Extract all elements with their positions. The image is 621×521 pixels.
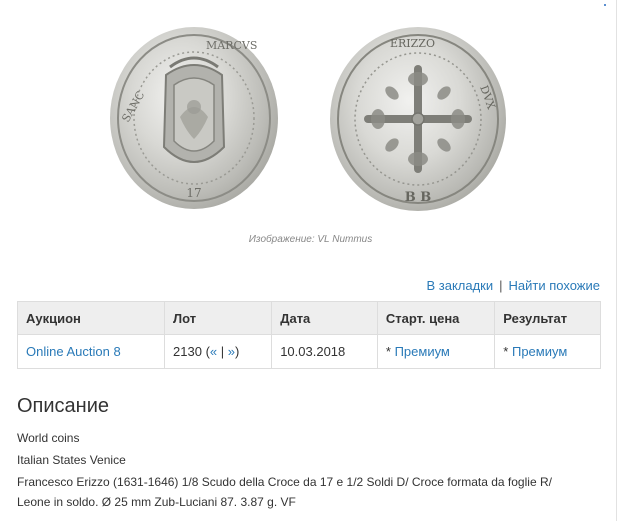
table-header-row: Аукцион Лот Дата Старт. цена Результат	[16, 301, 601, 335]
prev-lot-link[interactable]: «	[210, 344, 217, 359]
header-auction: Аукцион	[16, 301, 166, 335]
cell-start-price: * Премиум	[376, 334, 496, 369]
bookmark-link[interactable]: В закладки	[426, 278, 493, 293]
header-lot: Лот	[164, 301, 273, 335]
coin-reverse-art: B B ERIZZO DVX	[337, 34, 499, 205]
obverse-date: 17	[186, 186, 201, 200]
find-similar-link[interactable]: Найти похожие	[509, 278, 600, 293]
next-lot-link[interactable]: »	[228, 344, 235, 359]
description-line-region: Italian States Venice	[17, 453, 126, 467]
description-line-details: Leone in soldo. Ø 25 mm Zub-Luciani 87. …	[17, 495, 296, 509]
image-caption: Изображение: VL Nummus	[248, 234, 373, 245]
header-date: Дата	[271, 301, 378, 335]
lot-number: 2130	[173, 344, 202, 359]
description-line-title: Francesco Erizzo (1631-1646) 1/8 Scudo d…	[17, 475, 552, 489]
header-result: Результат	[494, 301, 601, 335]
cell-auction: Online Auction 8	[16, 334, 166, 369]
cell-lot: 2130 (« | »)	[164, 334, 273, 369]
description-heading: Описание	[17, 395, 110, 417]
result-premium-link[interactable]: Премиум	[512, 344, 567, 359]
coin-obverse-art: 17 SANC MARCVS	[117, 34, 271, 202]
auction-link[interactable]: Online Auction 8	[26, 344, 121, 359]
lot-nav-sep: |	[220, 344, 225, 359]
obverse-legend-top: MARCVS	[206, 39, 257, 52]
table-row: Online Auction 8 2130 (« | ») 10.03.2018…	[16, 334, 601, 369]
reverse-legend-top: ERIZZO	[390, 37, 435, 50]
auction-table: Аукцион Лот Дата Старт. цена Результат O…	[16, 301, 601, 369]
coin-reverse-image[interactable]: B B ERIZZO DVX	[330, 27, 506, 211]
reverse-mintmark: B B	[405, 190, 432, 205]
start-price-prefix: *	[385, 344, 391, 359]
coin-images: 17 SANC MARCVS B B ERIZZO DVX	[0, 0, 621, 230]
description-line-category: World coins	[17, 431, 80, 445]
start-price-premium-link[interactable]: Премиум	[395, 344, 450, 359]
links-separator: |	[499, 278, 503, 293]
cell-result: * Премиум	[494, 334, 601, 369]
lot-nav-close: )	[235, 344, 240, 359]
header-start-price: Старт. цена	[376, 301, 496, 335]
action-links: В закладки | Найти похожие	[426, 278, 600, 293]
cell-date: 10.03.2018	[271, 334, 378, 369]
obverse-legend-left: SANC	[119, 89, 147, 125]
result-prefix: *	[503, 344, 509, 359]
reverse-legend-right: DVX	[477, 84, 498, 112]
coin-obverse-image[interactable]: 17 SANC MARCVS	[110, 27, 278, 209]
